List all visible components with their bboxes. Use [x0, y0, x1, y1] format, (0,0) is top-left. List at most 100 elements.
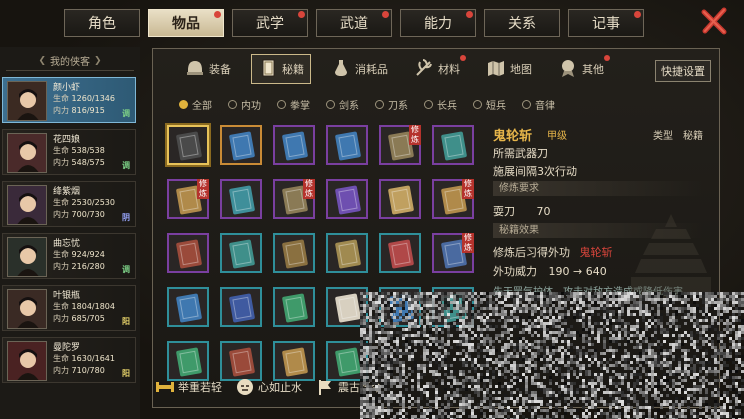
manual-book-icon	[175, 239, 203, 269]
filter-label: 全部	[192, 100, 212, 112]
hero-hp: 生命 1804/1804	[53, 301, 115, 312]
filter-option[interactable]: 拳掌	[277, 97, 310, 112]
close-icon[interactable]	[700, 6, 730, 36]
item-slot[interactable]	[167, 287, 209, 327]
hero-alignment: 调	[122, 109, 130, 118]
quick-settings-button[interactable]: 快捷设置	[655, 60, 711, 82]
item-slot[interactable]	[273, 233, 315, 273]
hero-card[interactable]: 绛紫烟 生命 2530/2530 内力 700/730 阴	[2, 181, 136, 227]
skill-label: 心如止水	[258, 381, 302, 394]
power-line: 外功威力 190 → 640	[493, 263, 607, 279]
roster-header: ❮ 我的侠客 ❯	[6, 51, 134, 71]
category-row: 装备 秘籍 消耗品 材料 地图 其他	[153, 49, 719, 89]
hero-mp: 内力 710/780	[53, 365, 105, 376]
notification-dot	[604, 55, 610, 61]
tab-0[interactable]: 角色	[64, 9, 140, 37]
item-slot[interactable]	[220, 287, 262, 327]
passive-skill[interactable]: 举重若轻	[156, 378, 222, 396]
category-tab-1[interactable]: 秘籍	[251, 54, 311, 84]
manual-book-icon	[334, 239, 362, 269]
cultivate-tag: 修炼	[303, 179, 315, 199]
manual-book-icon	[281, 131, 309, 161]
item-slot[interactable]	[379, 179, 421, 219]
hp-value: 924/924	[71, 250, 105, 259]
map-icon	[486, 58, 506, 81]
tab-2[interactable]: 武学	[232, 9, 308, 37]
tab-1[interactable]: 物品	[148, 9, 224, 37]
hero-card[interactable]: 曼陀罗 生命 1630/1641 内力 710/780 阳	[2, 337, 136, 383]
item-slot[interactable]	[273, 287, 315, 327]
filter-label: 内功	[241, 100, 261, 112]
banner-icon	[316, 378, 334, 396]
category-label: 装备	[209, 63, 231, 76]
item-slot[interactable]	[220, 125, 262, 165]
hp-value: 1804/1804	[71, 302, 115, 311]
manual-book-icon	[281, 293, 309, 323]
tab-3[interactable]: 武道	[316, 9, 392, 37]
filter-option[interactable]: 音律	[522, 97, 555, 112]
mp-value: 700/730	[71, 210, 105, 219]
roster-left-arrow-icon: ❮	[38, 55, 46, 66]
item-slot[interactable]: 修炼	[432, 179, 474, 219]
mp-label: 内力	[53, 210, 69, 219]
item-slot[interactable]: 修炼	[379, 125, 421, 165]
hero-hp: 生命 538/538	[53, 145, 105, 156]
hero-card[interactable]: 叶银瓶 生命 1804/1804 内力 685/705 阳	[2, 285, 136, 331]
tab-5[interactable]: 关系	[484, 9, 560, 37]
manual-book-icon	[175, 131, 203, 161]
radio-icon	[522, 99, 531, 109]
item-slot[interactable]: 修炼	[167, 179, 209, 219]
item-slot[interactable]	[432, 125, 474, 165]
manual-book-icon	[387, 239, 415, 269]
mp-value: 710/780	[71, 366, 105, 375]
category-tab-5[interactable]: 其他	[552, 54, 610, 84]
hero-card[interactable]: 颜小虾 生命 1260/1346 内力 816/915 调	[2, 77, 136, 123]
item-slot[interactable]	[326, 179, 368, 219]
item-slot[interactable]	[167, 125, 209, 165]
top-tab-bar: 角色 物品 武学 武道 能力 关系 记事	[64, 9, 644, 37]
category-tab-0[interactable]: 装备	[179, 54, 237, 84]
category-tab-3[interactable]: 材料	[408, 54, 466, 84]
hero-card[interactable]: 曲忘忧 生命 924/924 内力 216/280 调	[2, 233, 136, 279]
item-slot[interactable]	[220, 179, 262, 219]
item-slot[interactable]	[326, 125, 368, 165]
notification-dot	[466, 11, 473, 18]
item-slot[interactable]	[326, 233, 368, 273]
hp-label: 生命	[53, 146, 69, 155]
manual-book-icon	[334, 293, 362, 323]
hero-roster: ❮ 我的侠客 ❯ 颜小虾 生命 1260/1346 内力 816/915 调花四娘 生命…	[0, 47, 140, 419]
passive-skill[interactable]: 心如止水	[236, 378, 302, 396]
filter-option[interactable]: 剑系	[326, 97, 359, 112]
manual-book-icon	[175, 293, 203, 323]
item-slot[interactable]	[273, 125, 315, 165]
mp-label: 内力	[53, 262, 69, 271]
filter-option[interactable]: 全部	[179, 97, 212, 112]
item-slot[interactable]	[220, 233, 262, 273]
item-slot[interactable]	[167, 233, 209, 273]
skill-label: 举重若轻	[178, 381, 222, 394]
filter-option[interactable]: 内功	[228, 97, 261, 112]
item-slot[interactable]	[379, 233, 421, 273]
tab-4[interactable]: 能力	[400, 9, 476, 37]
filter-option[interactable]: 刀系	[375, 97, 408, 112]
hero-card[interactable]: 花四娘 生命 538/538 内力 548/575 调	[2, 129, 136, 175]
hero-portrait	[7, 81, 47, 121]
hero-name: 颜小虾	[53, 83, 81, 93]
tab-6[interactable]: 记事	[568, 9, 644, 37]
category-tab-4[interactable]: 地图	[480, 54, 538, 84]
power-value: 190 → 640	[548, 265, 607, 278]
filter-label: 音律	[535, 100, 555, 112]
manual-book-icon	[440, 131, 468, 161]
filter-option[interactable]: 长兵	[424, 97, 457, 112]
manual-book-icon	[334, 131, 362, 161]
notification-dot	[214, 11, 221, 18]
hp-label: 生命	[53, 94, 69, 103]
filter-option[interactable]: 短兵	[473, 97, 506, 112]
mp-label: 内力	[53, 158, 69, 167]
item-slot[interactable]: 修炼	[432, 233, 474, 273]
category-tab-2[interactable]: 消耗品	[325, 54, 394, 84]
filter-label: 刀系	[388, 100, 408, 112]
cultivate-tag: 修炼	[409, 125, 421, 145]
mp-value: 548/575	[71, 158, 105, 167]
item-slot[interactable]: 修炼	[273, 179, 315, 219]
